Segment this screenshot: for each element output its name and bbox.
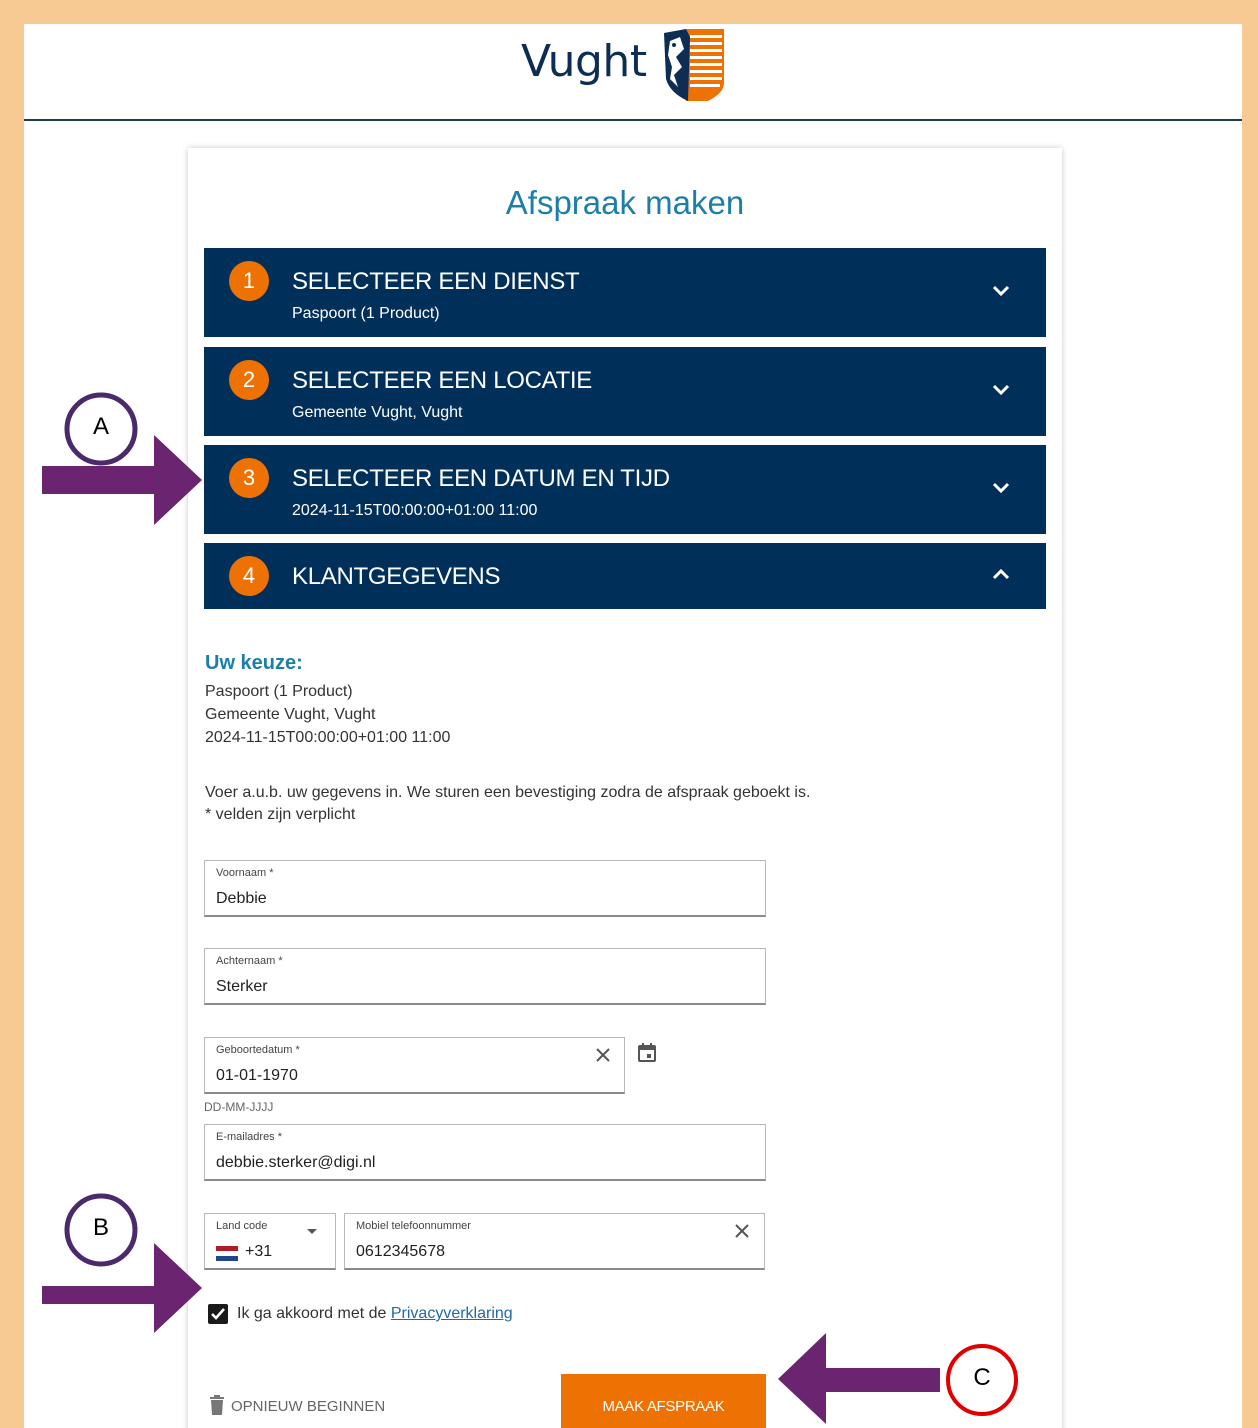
- field-value[interactable]: Debbie: [216, 890, 267, 908]
- calendar-icon[interactable]: [636, 1042, 658, 1064]
- page-frame: Vught Afspraak maken 1 SELECTEER EEN DIE…: [24, 24, 1242, 1428]
- first-name-field[interactable]: Voornaam * Debbie: [204, 860, 766, 917]
- step-subtitle: 2024-11-15T00:00:00+01:00 11:00: [292, 502, 538, 519]
- vught-shield-icon: [664, 29, 724, 101]
- page-title: Afspraak maken: [505, 184, 745, 221]
- privacy-link[interactable]: Privacyverklaring: [391, 1305, 513, 1322]
- step-number: 2: [229, 360, 269, 400]
- chevron-down-icon[interactable]: [991, 383, 1011, 397]
- callout-label-b: B: [92, 1214, 109, 1241]
- logo-text: Vught: [521, 36, 647, 87]
- email-field[interactable]: E-mailadres * debbie.sterker@digi.nl: [204, 1124, 766, 1181]
- privacy-checkbox[interactable]: [208, 1304, 228, 1324]
- step-number: 1: [229, 261, 269, 301]
- field-label: Voornaam *: [216, 867, 274, 879]
- dropdown-arrow-icon[interactable]: [306, 1228, 318, 1236]
- step-select-datetime[interactable]: 3 SELECTEER EEN DATUM EN TIJD 2024-11-15…: [204, 445, 1046, 534]
- step-title: KLANTGEGEVENS: [292, 563, 501, 590]
- consent-text: Ik ga akkoord met de: [237, 1305, 391, 1322]
- intro-text: Voer a.u.b. uw gegevens in. We sturen ee…: [205, 784, 811, 801]
- field-label: Geboortedatum *: [216, 1044, 300, 1056]
- field-value: +31: [245, 1243, 273, 1260]
- field-label: Mobiel telefoonnummer: [356, 1220, 471, 1232]
- clear-icon[interactable]: [594, 1046, 612, 1064]
- step-select-service[interactable]: 1 SELECTEER EEN DIENST Paspoort (1 Produ…: [204, 248, 1046, 337]
- chevron-down-icon[interactable]: [991, 481, 1011, 495]
- field-label: Achternaam *: [216, 955, 283, 967]
- chevron-down-icon[interactable]: [991, 284, 1011, 298]
- callout-label-a: A: [92, 413, 109, 440]
- summary-location: Gemeente Vught, Vught: [205, 706, 376, 723]
- step-subtitle: Gemeente Vught, Vught: [292, 404, 463, 421]
- appointment-card: Afspraak maken 1 SELECTEER EEN DIENST Pa…: [188, 148, 1062, 1428]
- step-subtitle: Paspoort (1 Product): [292, 305, 440, 322]
- field-value[interactable]: Sterker: [216, 978, 268, 996]
- clear-icon[interactable]: [733, 1222, 751, 1240]
- last-name-field[interactable]: Achternaam * Sterker: [204, 948, 766, 1005]
- step-title: SELECTEER EEN LOCATIE: [292, 367, 593, 394]
- country-code-select[interactable]: Land code +31: [204, 1213, 336, 1270]
- consent-label: Ik ga akkoord met de Privacyverklaring: [237, 1305, 513, 1323]
- make-appointment-button[interactable]: MAAK AFSPRAAK: [561, 1374, 766, 1428]
- field-value[interactable]: 01-01-1970: [216, 1067, 298, 1085]
- callout-label-c: C: [973, 1364, 991, 1391]
- netherlands-flag-icon: [216, 1246, 238, 1261]
- field-label: E-mailadres *: [216, 1131, 283, 1143]
- restart-button[interactable]: OPNIEUW BEGINNEN: [231, 1398, 385, 1415]
- field-label: Land code: [216, 1220, 268, 1232]
- step-title: SELECTEER EEN DATUM EN TIJD: [292, 465, 670, 492]
- summary-title: Uw keuze:: [205, 652, 303, 674]
- site-header: Vught: [24, 24, 1242, 121]
- step-title: SELECTEER EEN DIENST: [292, 268, 580, 295]
- date-format-hint: DD-MM-JJJJ: [204, 1100, 274, 1114]
- step-number: 3: [229, 458, 269, 498]
- step-number: 4: [229, 556, 269, 596]
- phone-field[interactable]: Mobiel telefoonnummer 0612345678: [344, 1213, 765, 1270]
- summary-service: Paspoort (1 Product): [205, 683, 353, 700]
- step-customer-details[interactable]: 4 KLANTGEGEVENS: [204, 543, 1046, 609]
- field-value[interactable]: debbie.sterker@digi.nl: [216, 1154, 375, 1172]
- summary-datetime: 2024-11-15T00:00:00+01:00 11:00: [205, 729, 451, 746]
- required-note: * velden zijn verplicht: [205, 806, 356, 823]
- chevron-up-icon[interactable]: [991, 567, 1011, 581]
- field-value[interactable]: 0612345678: [356, 1243, 445, 1261]
- birth-date-field[interactable]: Geboortedatum * 01-01-1970: [204, 1037, 625, 1094]
- trash-icon[interactable]: [209, 1395, 225, 1415]
- step-select-location[interactable]: 2 SELECTEER EEN LOCATIE Gemeente Vught, …: [204, 347, 1046, 436]
